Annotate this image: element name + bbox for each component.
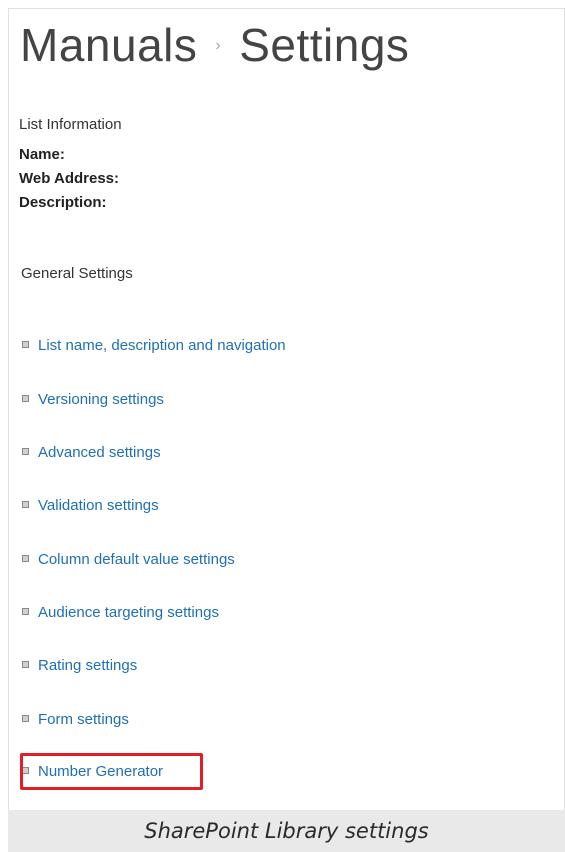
breadcrumb-current: Settings — [239, 19, 410, 71]
bullet-icon — [22, 395, 29, 402]
bullet-icon — [22, 448, 29, 455]
settings-link-audience-targeting[interactable]: Audience targeting settings — [22, 604, 219, 621]
page-title: Manuals › Settings — [20, 15, 409, 79]
bullet-icon — [22, 715, 29, 722]
web-address-label: Web Address: — [19, 170, 120, 187]
settings-link-column-default[interactable]: Column default value settings — [22, 551, 235, 568]
settings-link-rating[interactable]: Rating settings — [22, 657, 137, 674]
bullet-icon — [22, 661, 29, 668]
settings-link-label: Form settings — [38, 711, 129, 728]
settings-link-label: Column default value settings — [38, 551, 235, 568]
settings-link-list-name[interactable]: List name, description and navigation — [22, 337, 286, 354]
settings-link-label: Audience targeting settings — [38, 604, 219, 621]
settings-link-versioning[interactable]: Versioning settings — [22, 391, 164, 408]
bullet-icon — [22, 555, 29, 562]
highlight-box — [20, 753, 203, 790]
settings-link-validation[interactable]: Validation settings — [22, 497, 159, 514]
bullet-icon — [22, 341, 29, 348]
list-information-heading: List Information — [19, 116, 122, 133]
breadcrumb-parent[interactable]: Manuals — [20, 19, 197, 71]
settings-link-label: List name, description and navigation — [38, 337, 286, 354]
settings-link-advanced[interactable]: Advanced settings — [22, 444, 161, 461]
name-label: Name: — [19, 146, 65, 163]
breadcrumb-separator-icon: › — [215, 36, 222, 54]
settings-panel: Manuals › Settings List Information Name: … — [8, 8, 565, 810]
settings-link-label: Versioning settings — [38, 391, 164, 408]
general-settings-heading: General Settings — [21, 265, 133, 282]
settings-link-label: Validation settings — [38, 497, 159, 514]
description-label: Description: — [19, 194, 107, 211]
caption-text: SharePoint Library settings — [144, 819, 429, 843]
screenshot-frame: Manuals › Settings List Information Name: … — [0, 0, 565, 852]
bullet-icon — [22, 501, 29, 508]
caption-bar: SharePoint Library settings — [8, 810, 565, 852]
settings-link-label: Rating settings — [38, 657, 138, 674]
bullet-icon — [22, 608, 29, 615]
settings-link-form[interactable]: Form settings — [22, 711, 129, 728]
settings-link-label: Advanced settings — [38, 444, 161, 461]
